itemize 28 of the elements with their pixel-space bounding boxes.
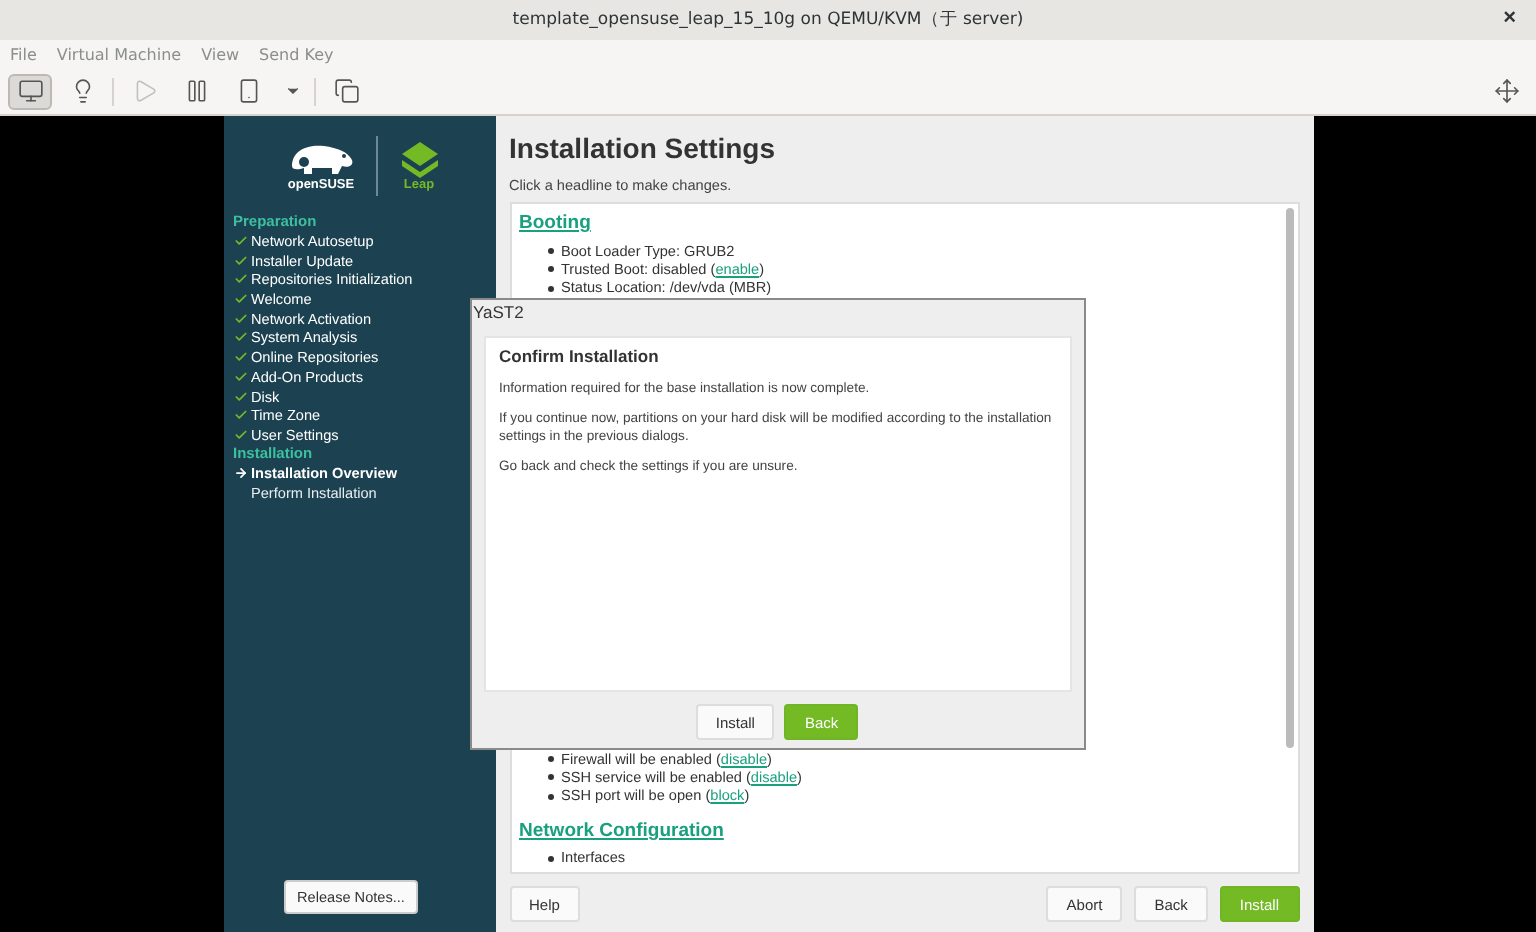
section-link[interactable]: Network Configuration xyxy=(519,819,724,844)
bullet-icon xyxy=(547,285,553,292)
menu-item[interactable]: View xyxy=(201,45,240,63)
bullet-icon xyxy=(547,855,553,862)
window-title: template_opensuse_leap_15_10g on QEMU/KVM（于 server) xyxy=(512,8,1024,32)
bullet-icon xyxy=(547,774,553,781)
dialog-title: YaST2 xyxy=(471,300,526,324)
bullet-icon xyxy=(547,248,553,255)
menu-item[interactable]: Virtual Machine xyxy=(56,45,182,63)
chameleon-logo-icon xyxy=(287,141,355,177)
bullet-icon xyxy=(547,793,553,800)
leap-logo-icon xyxy=(397,141,441,177)
pause-icon xyxy=(183,78,209,104)
toolbar-button[interactable] xyxy=(8,73,52,109)
play-icon xyxy=(131,78,157,104)
bullet-icon xyxy=(547,756,553,763)
menu-item[interactable]: File xyxy=(10,45,37,63)
scrollbar-thumb[interactable] xyxy=(1285,208,1293,748)
caret-icon xyxy=(283,82,301,100)
section-link[interactable]: Booting xyxy=(519,212,591,236)
fullscreen-icon xyxy=(1493,78,1519,104)
dialog-heading: Confirm Installation xyxy=(499,346,661,366)
menu-item[interactable]: Send Key xyxy=(259,45,334,63)
monitor-icon xyxy=(17,78,43,104)
close-button[interactable]: × xyxy=(1499,6,1520,30)
screens-icon xyxy=(333,78,359,104)
page-title: Installation Settings xyxy=(509,132,778,164)
bullet-icon xyxy=(547,266,553,273)
